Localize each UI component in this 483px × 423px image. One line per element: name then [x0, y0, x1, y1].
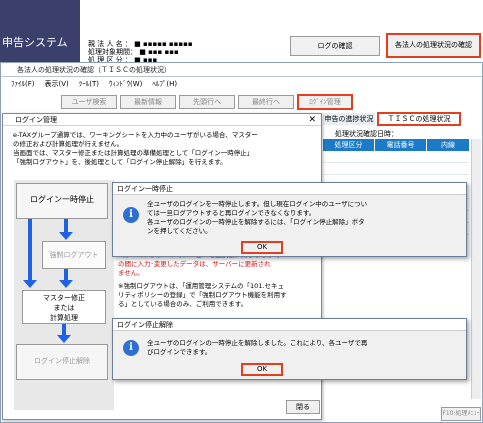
suspend-ok-button[interactable]: OK: [241, 241, 283, 254]
suspend-login-button[interactable]: ログイン一時停止: [16, 183, 108, 219]
message-line: びログインできます。: [147, 348, 212, 356]
message-line: ては一旦ログアウトすると再ログインできなくなります。: [147, 209, 316, 217]
status-time-label: 処理状況確認日時：: [335, 130, 398, 138]
first-row-button[interactable]: 先頭行へ: [179, 95, 235, 109]
note-line: ※強制ログアウトは、「運用管理システムの「101.セキュ: [118, 282, 284, 290]
release-dialog-message: 全ユーザのログインの一時停止を解除しました。これにより、各ユーザで再 びログイン…: [147, 339, 367, 357]
header-info: 親 法 人 名 ： ■ ▪▪▪▪▪ ▪▪▪▪▪ 処理対象期間： ■ ▪▪▪ ▪▪…: [88, 40, 193, 64]
flow-arrow-head: [23, 280, 37, 288]
toolbar: ユーザ検索 最新情報 先頭行へ 最終行へ ﾛｸﾞｲﾝ管理: [61, 94, 353, 110]
menu-tools[interactable]: ﾂｰﾙ(T): [79, 77, 99, 91]
desc-line: 「強制ログアウト」を、後処理として「ログイン停止解除」を行えます。: [13, 158, 227, 166]
menu-window[interactable]: ｳｨﾝﾄﾞｳ(W): [109, 77, 142, 91]
close-icon[interactable]: ✕: [308, 114, 316, 126]
tab-progress[interactable]: 申告の進捗状況: [323, 113, 375, 125]
note-text: ※強制ログアウトは、「運用管理システムの「101.セキュ リティポリシーの登録」…: [118, 282, 287, 309]
status-check-button[interactable]: 各法人の処理状況の確認: [386, 33, 481, 58]
login-mgmt-title: ログイン管理: [15, 116, 57, 124]
release-dialog-title: ログイン停止解除: [113, 319, 466, 331]
message-line: 各ユーザのログインの一時停止を解除するには、「ログイン停止解除」ボタ: [147, 218, 365, 226]
flow-arrow-head: [59, 232, 73, 240]
last-row-button[interactable]: 最終行へ: [238, 95, 294, 109]
note-line: リティポリシーの登録」で「強制ログアウト機能を利用す: [118, 291, 287, 299]
status-scrollbar[interactable]: [471, 139, 481, 399]
message-line: 全ユーザのログインの一時停止を解除しました。これにより、各ユーザで再: [147, 339, 368, 347]
login-mgmt-description: e-TAXグループ通算では、ワーキングシートを入力中のユーザがいる場合、マスター…: [3, 126, 321, 167]
menu-bar: ﾌｧｲﾙ(F) 表示(V) ﾂｰﾙ(T) ｳｨﾝﾄﾞｳ(W) ﾍﾙﾌﾟ(H): [1, 77, 482, 91]
note-line: る」としている場合のみ、ご利用できます。: [118, 300, 248, 308]
app-name: 申告システム: [2, 36, 68, 49]
login-mgmt-button[interactable]: ﾛｸﾞｲﾝ管理: [297, 94, 353, 110]
warning-line: の間に入力･変更したデータは、サーバーに更新され: [118, 260, 271, 268]
col-header[interactable]: 処理区分: [323, 139, 375, 151]
suspend-dialog-message: 全ユーザのログインを一時停止します。但し現在ログイン中のユーザについ ては一旦ロ…: [147, 200, 367, 236]
release-ok-button[interactable]: OK: [241, 363, 283, 376]
col-header[interactable]: 電話番号: [375, 139, 427, 151]
warning-line: ません。: [118, 269, 144, 277]
desc-line: の修正および計算処理が行えません。: [13, 140, 124, 148]
process-menu-button[interactable]: F10:処理ﾒﾆｭｰ: [441, 407, 481, 421]
release-dialog: ログイン停止解除 i 全ユーザのログインの一時停止を解除しました。これにより、各…: [112, 318, 467, 380]
menu-file[interactable]: ﾌｧｲﾙ(F): [11, 77, 35, 91]
master-calc-box: マスター修正 または 計算処理: [22, 290, 106, 324]
master-line: マスター修正: [43, 294, 85, 302]
master-line: または: [53, 304, 75, 312]
tab-tisc[interactable]: ＴＩＳＣの処理状況: [377, 112, 461, 126]
refresh-button[interactable]: 最新情報: [120, 95, 176, 109]
message-line: ンを押してください。: [147, 227, 212, 235]
info-icon: i: [123, 340, 139, 356]
close-button[interactable]: 閉る: [286, 400, 320, 414]
info-line: 親 法 人 名 ： ■ ▪▪▪▪▪ ▪▪▪▪▪: [88, 40, 193, 48]
flow-arrow-line: [28, 219, 32, 281]
info-line: 処理対象期間： ■ ▪▪▪ ▪▪▪: [88, 48, 179, 56]
suspend-dialog: ログイン一時停止 i 全ユーザのログインを一時停止します。但し現在ログイン中のユ…: [112, 182, 467, 257]
user-search-button[interactable]: ユーザ検索: [61, 95, 117, 109]
status-table-header: 処理区分 電話番号 内線: [323, 139, 469, 151]
app-header-bar: [0, 0, 80, 62]
flow-arrow-line: [64, 219, 68, 233]
master-line: 計算処理: [50, 314, 78, 322]
release-login-button[interactable]: ログイン停止解除: [16, 344, 108, 380]
flow-arrow-head: [59, 280, 73, 288]
menu-help[interactable]: ﾍﾙﾌﾟ(H): [152, 77, 177, 91]
desc-line: e-TAXグループ通算では、ワーキングシートを入力中のユーザがいる場合、マスター: [13, 131, 258, 139]
desc-line: 当画面では、マスター修正または計算処理の準備処理として「ログイン一時停止」: [13, 149, 254, 157]
col-header[interactable]: 内線: [427, 139, 469, 151]
flow-arrow-head: [57, 335, 71, 343]
force-logout-button[interactable]: 強制ログアウト: [42, 241, 106, 269]
suspend-dialog-title: ログイン一時停止: [113, 183, 466, 195]
message-line: 全ユーザのログインを一時停止します。但し現在ログイン中のユーザについ: [147, 200, 368, 208]
status-window-title: 各法人の処理状況の確認（ＴＩＳＣの処理状況）: [1, 63, 482, 77]
info-icon: i: [123, 207, 139, 223]
menu-view[interactable]: 表示(V): [45, 77, 69, 91]
log-check-button[interactable]: ログの確認: [290, 36, 380, 56]
